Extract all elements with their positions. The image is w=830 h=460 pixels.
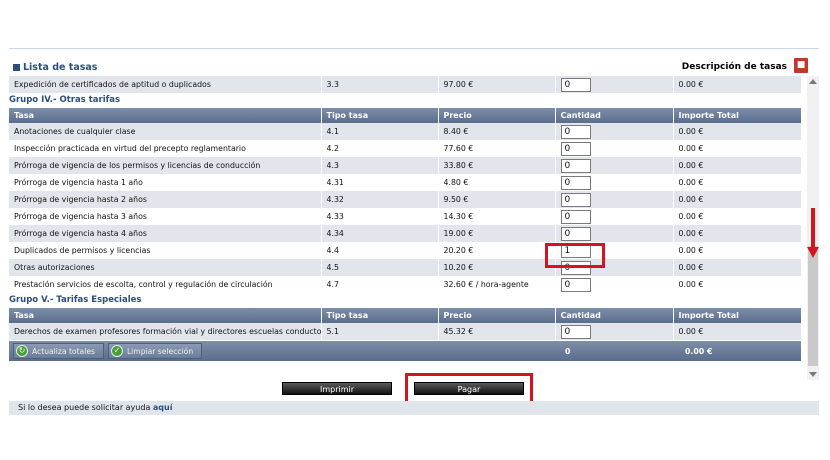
update-totals-button[interactable]: ↻ Actualiza totales bbox=[13, 343, 104, 359]
scroll-down-icon[interactable] bbox=[809, 372, 817, 377]
tasas-panel: Lista de tasas Descripción de tasas ■ Ex… bbox=[9, 48, 819, 400]
help-link[interactable]: aquí bbox=[153, 403, 173, 412]
pdf-icon[interactable]: ■ bbox=[794, 58, 808, 73]
table-row: Prórroga de vigencia hasta 3 años 4.33 14.… bbox=[9, 208, 802, 225]
quantity-input[interactable]: 0 bbox=[560, 77, 591, 92]
group4-table: Tasa Tipo tasa Precio Cantidad Importe T… bbox=[9, 108, 802, 293]
arrow-down-icon bbox=[807, 247, 819, 258]
help-footer: Si lo desea puede solicitar ayuda aquí bbox=[9, 401, 819, 415]
quantity-highlight-box bbox=[545, 243, 605, 268]
print-button[interactable]: Imprimir bbox=[282, 382, 392, 395]
table-row: Prórroga de vigencia hasta 1 año 4.31 4.80… bbox=[9, 174, 802, 191]
table-row: Prestación servicios de escolta, control… bbox=[9, 276, 802, 293]
rates-scroll-area: Expedición de certificados de aptitud o … bbox=[9, 76, 819, 380]
scroll-arrow-annotation bbox=[811, 208, 815, 248]
pay-highlight-box bbox=[405, 373, 533, 404]
quantity-input[interactable]: 0 bbox=[560, 141, 591, 156]
table-row: Prórroga de vigencia de los permisos y l… bbox=[9, 157, 802, 174]
rate-description-link[interactable]: Descripción de tasas bbox=[682, 62, 787, 72]
scroll-up-icon[interactable] bbox=[809, 79, 817, 84]
refresh-icon: ↻ bbox=[16, 345, 28, 357]
quantity-input[interactable]: 0 bbox=[560, 158, 591, 173]
total-quantity: 0 bbox=[565, 347, 571, 356]
total-amount: 0.00 € bbox=[685, 347, 713, 356]
table-row: Expedición de certificados de aptitud o … bbox=[9, 76, 802, 93]
quantity-input[interactable]: 0 bbox=[560, 209, 591, 224]
quantity-input[interactable]: 0 bbox=[560, 175, 591, 190]
table-row: Prórroga de vigencia hasta 2 años 4.32 9.5… bbox=[9, 191, 802, 208]
table-row: Otras autorizaciones 4.5 10.20 € 0 0.00 € bbox=[9, 259, 802, 276]
group-title: Grupo IV.- Otras tarifas bbox=[9, 95, 121, 105]
table-row: Duplicados de permisos y licencias 4.4 20.… bbox=[9, 242, 802, 259]
table-row: Inspección practicada en virtud del prec… bbox=[9, 140, 802, 157]
quantity-input[interactable]: 0 bbox=[560, 192, 591, 207]
table-header-row: Tasa Tipo tasa Precio Cantidad Importe T… bbox=[9, 308, 802, 323]
clear-selection-button[interactable]: ✓ Limpiar selección bbox=[107, 343, 203, 359]
first-row-table: Expedición de certificados de aptitud o … bbox=[9, 76, 802, 93]
quantity-input[interactable]: 0 bbox=[560, 277, 591, 292]
table-header-row: Tasa Tipo tasa Precio Cantidad Importe T… bbox=[9, 108, 802, 123]
clear-icon: ✓ bbox=[110, 345, 123, 357]
list-title: Lista de tasas bbox=[13, 62, 97, 73]
quantity-input[interactable]: 0 bbox=[560, 226, 591, 241]
group-title: Grupo V.- Tarifas Especiales bbox=[9, 295, 142, 305]
top-divider bbox=[9, 48, 819, 49]
list-icon bbox=[13, 64, 20, 71]
group5-table: Tasa Tipo tasa Precio Cantidad Importe T… bbox=[9, 308, 802, 340]
totals-bar: ↻ Actualiza totales ✓ Limpiar selección … bbox=[9, 341, 801, 361]
table-row: Derechos de examen profesores formación … bbox=[9, 323, 802, 340]
quantity-input[interactable]: 0 bbox=[560, 324, 591, 339]
table-row: Anotaciones de cualquier clase 4.1 8.40 € … bbox=[9, 123, 802, 140]
scrollbar-thumb[interactable] bbox=[808, 246, 818, 366]
table-row: Prórroga de vigencia hasta 4 años 4.34 19.… bbox=[9, 225, 802, 242]
quantity-input[interactable]: 0 bbox=[560, 124, 591, 139]
